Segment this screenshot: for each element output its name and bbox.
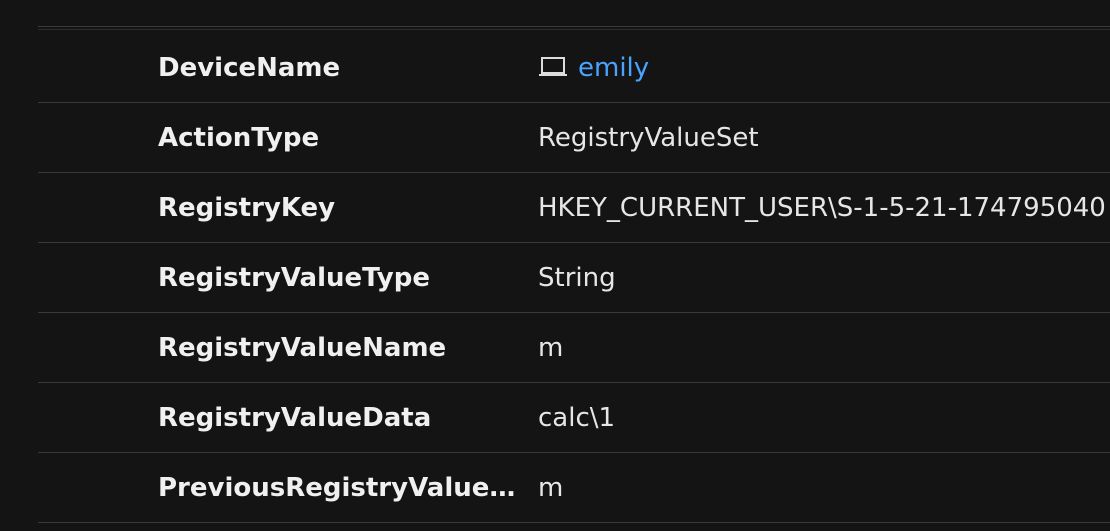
table-row-device-name: DeviceName emily	[38, 33, 1110, 103]
table-row-registry-value-name: RegistryValueName m	[38, 313, 1110, 383]
property-key: RegistryValueType	[158, 263, 430, 293]
table-row-action-type: ActionType RegistryValueSet	[38, 103, 1110, 173]
property-value: String	[538, 263, 616, 293]
property-key: RegistryValueName	[158, 333, 447, 363]
table-row-registry-value-type: RegistryValueType String	[38, 243, 1110, 313]
property-key: RegistryKey	[158, 193, 336, 223]
property-key: DeviceName	[158, 53, 341, 83]
laptop-icon	[539, 57, 567, 76]
property-value: m	[538, 473, 564, 503]
top-divider	[38, 26, 1110, 30]
property-key: RegistryValueData	[158, 403, 432, 433]
table-row-registry-key: RegistryKey HKEY_CURRENT_USER\S-1-5-21-1…	[38, 173, 1110, 243]
property-key: ActionType	[158, 123, 320, 153]
property-value: calc\1	[538, 403, 616, 433]
property-key: PreviousRegistryValueNa...	[158, 473, 533, 503]
table-row-previous-registry-value-name: PreviousRegistryValueNa... m	[38, 453, 1110, 523]
property-value: HKEY_CURRENT_USER\S-1-5-21-174795040	[538, 193, 1106, 223]
property-value: emily	[538, 33, 1110, 103]
device-name-link[interactable]: emily	[578, 53, 649, 83]
properties-table: DeviceName emily ActionType RegistryValu…	[38, 33, 1110, 523]
property-value: RegistryValueSet	[538, 123, 759, 153]
table-row-registry-value-data: RegistryValueData calc\1	[38, 383, 1110, 453]
property-value: m	[538, 333, 564, 363]
